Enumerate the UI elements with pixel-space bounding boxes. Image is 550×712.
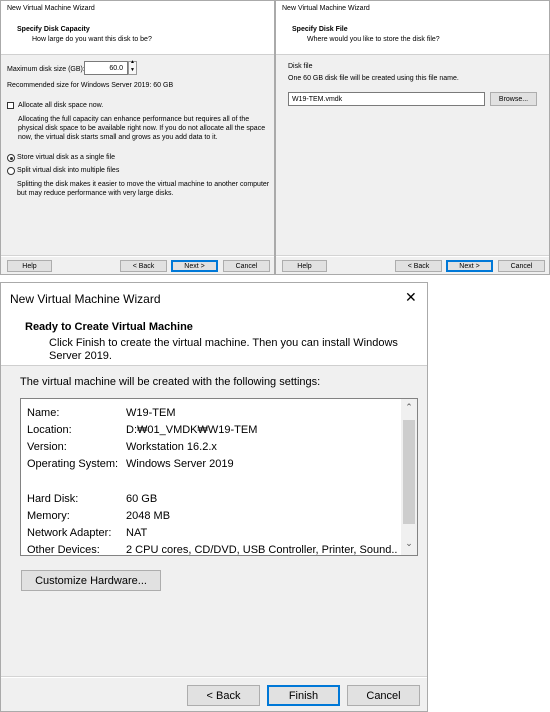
next-button[interactable]: Next > — [171, 260, 218, 272]
page-heading: Specify Disk Capacity — [17, 26, 90, 33]
help-button[interactable]: Help — [282, 260, 327, 272]
disk-file-group-label: Disk file — [288, 63, 313, 70]
scroll-up-icon[interactable]: ⌃ — [401, 402, 417, 413]
spin-up-icon[interactable]: ▲ — [130, 59, 135, 65]
page-subheading: Click Finish to create the virtual machi… — [49, 337, 398, 362]
customize-hardware-button[interactable]: Customize Hardware... — [21, 570, 161, 591]
setting-value: Workstation 16.2.x — [126, 441, 217, 454]
wizard-header: Ready to Create Virtual Machine Click Fi… — [1, 313, 427, 366]
setting-label: Name: — [27, 407, 60, 419]
window-title: New Virtual Machine Wizard — [10, 292, 161, 306]
next-button[interactable]: Next > — [446, 260, 493, 272]
setting-value: 2 CPU cores, CD/DVD, USB Controller, Pri… — [126, 543, 398, 556]
page-heading: Ready to Create Virtual Machine — [25, 321, 193, 333]
split-files-radio[interactable] — [7, 167, 15, 175]
setting-value: D:₩01_VMDK₩W19-TEM — [126, 424, 258, 437]
setting-value: 2048 MB — [126, 509, 171, 522]
allocate-description: Allocating the full capacity can enhance… — [18, 116, 266, 141]
allocate-label[interactable]: Allocate all disk space now. — [18, 101, 103, 110]
browse-button[interactable]: Browse... — [490, 92, 537, 106]
setting-label: Operating System: — [27, 458, 119, 471]
back-button[interactable]: < Back — [120, 260, 167, 272]
title-bar: New Virtual Machine Wizard — [1, 1, 274, 15]
setting-value: 60 GB — [126, 492, 158, 505]
allocate-checkbox[interactable] — [7, 102, 14, 109]
split-files-label[interactable]: Split virtual disk into multiple files — [17, 166, 119, 175]
setting-value: NAT — [126, 526, 148, 539]
window-title: New Virtual Machine Wizard — [282, 5, 370, 12]
split-description: Splitting the disk makes it easier to mo… — [17, 181, 270, 197]
filename-input[interactable]: W19-TEM.vmdk — [288, 92, 485, 106]
recommended-size: Recommended size for Windows Server 2019… — [7, 82, 174, 89]
help-button[interactable]: Help — [7, 260, 52, 272]
size-spinner[interactable]: ▲ ▼ — [128, 59, 137, 75]
back-button[interactable]: < Back — [395, 260, 442, 272]
wizard-header: Specify Disk File Where would you like t… — [276, 15, 549, 55]
footer-separator — [1, 255, 274, 257]
finish-button[interactable]: Finish — [267, 685, 340, 706]
filename-value: W19-TEM.vmdk — [292, 96, 343, 103]
scroll-thumb[interactable] — [403, 420, 415, 524]
setting-label: Memory: — [27, 509, 70, 522]
single-file-radio[interactable] — [7, 154, 15, 162]
wizard-header: Specify Disk Capacity How large do you w… — [1, 15, 274, 55]
single-file-label[interactable]: Store virtual disk as a single file — [17, 153, 115, 162]
setting-label: Hard Disk: — [27, 492, 79, 505]
setting-label: Network Adapter: — [27, 526, 112, 539]
setting-value: Windows Server 2019 — [126, 458, 234, 471]
settings-list[interactable]: Name: W19-TEM Location: D:₩01_VMDK₩W19-TEM V… — [20, 398, 418, 556]
page-subheading: How large do you want this disk to be? — [32, 36, 152, 43]
vertical-scrollbar[interactable]: ⌃ ⌄ — [401, 399, 417, 555]
disk-file-dialog: New Virtual Machine Wizard Specify Disk … — [275, 0, 550, 275]
cancel-button[interactable]: Cancel — [223, 260, 270, 272]
footer-separator — [1, 676, 427, 678]
max-size-value: 60.0 — [109, 65, 123, 72]
window-title: New Virtual Machine Wizard — [7, 5, 95, 12]
settings-intro: The virtual machine will be created with… — [20, 376, 321, 388]
cancel-button[interactable]: Cancel — [347, 685, 420, 706]
disk-capacity-dialog: New Virtual Machine Wizard Specify Disk … — [0, 0, 275, 275]
cancel-button[interactable]: Cancel — [498, 260, 545, 272]
page-subheading: Where would you like to store the disk f… — [307, 36, 440, 43]
title-bar: New Virtual Machine Wizard — [276, 1, 549, 15]
title-bar: New Virtual Machine Wizard ✕ — [1, 283, 427, 313]
back-button[interactable]: < Back — [187, 685, 260, 706]
setting-label: Location: — [27, 424, 72, 437]
page-heading: Specify Disk File — [292, 26, 348, 33]
close-icon[interactable]: ✕ — [405, 289, 417, 305]
setting-label: Other Devices: — [27, 543, 100, 556]
spin-down-icon[interactable]: ▼ — [130, 67, 135, 73]
scroll-down-icon[interactable]: ⌄ — [401, 538, 417, 549]
setting-value: W19-TEM — [126, 407, 176, 419]
disk-file-info: One 60 GB disk file will be created usin… — [288, 75, 459, 82]
footer-separator — [276, 255, 549, 257]
ready-dialog: New Virtual Machine Wizard ✕ Ready to Cr… — [0, 282, 428, 712]
setting-label: Version: — [27, 441, 67, 454]
max-size-label: Maximum disk size (GB): — [7, 66, 85, 73]
max-size-input[interactable]: 60.0 — [84, 61, 128, 75]
